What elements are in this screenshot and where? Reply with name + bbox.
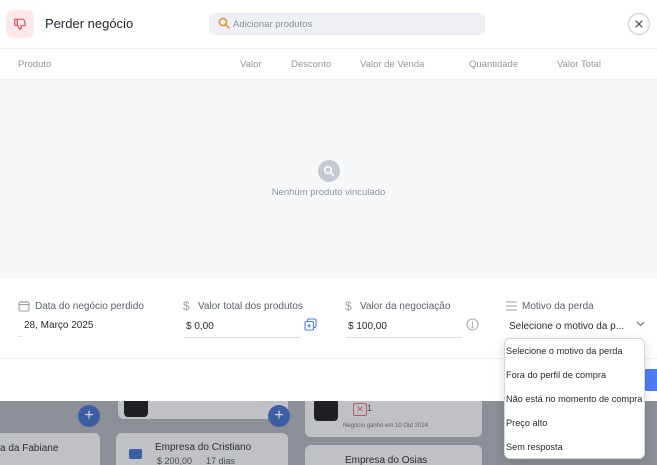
dropdown-option[interactable]: Sem resposta [506,442,563,452]
briefcase-icon [129,449,142,459]
bg-avatar [314,401,338,421]
thumbs-down-icon [6,10,34,38]
info-icon[interactable] [466,318,479,331]
chevron-down-icon[interactable] [636,321,645,327]
product-search[interactable] [209,13,485,35]
dollar-icon: $ [345,299,352,313]
bg-lost-badge: ✕ [353,403,367,416]
bg-badge-count: 1 [367,403,373,413]
negotiation-value-label: Valor da negociação [360,301,451,312]
column-header: Valor de Venda [360,59,425,70]
bg-lost-note: Negócio ganho em 10 Out 2024 [343,423,429,429]
modal-header: Perder negócio [0,0,657,49]
column-header: Valor Total [557,59,602,70]
search-icon [218,17,230,29]
lost-date-label: Data do negócio perdido [35,301,144,312]
bg-card-name: Empresa do Cristiano [155,442,252,453]
bg-card-days: 17 dias [206,456,236,465]
column-header: Desconto [291,59,332,70]
copy-value-icon[interactable] [304,318,317,331]
column-header: Valor [240,59,262,70]
dropdown-option[interactable]: Selecione o motivo da perda [506,346,622,356]
bg-add-button: + [268,405,290,427]
products-total-value[interactable]: $ 0,00 [186,321,214,332]
empty-search-icon [318,160,340,182]
loss-reason-select[interactable]: Selecione o motivo da p... [509,321,624,332]
lost-date-underline [18,336,22,337]
search-input[interactable] [233,13,478,35]
bg-card-value: $ 200,00 [157,456,193,465]
modal-title: Perder negócio [45,16,134,31]
close-button[interactable] [628,13,650,35]
loss-reason-label: Motivo da perda [522,301,594,312]
column-header: Quantidade [469,59,519,70]
products-empty-state: Nenhum produto vinculado [0,80,657,279]
dropdown-option[interactable]: Fora do perfil de compra [506,370,606,380]
column-header: Produto [18,59,52,70]
products-total-underline [184,337,300,338]
bg-add-button: + [78,405,100,427]
loss-reason-dropdown: Selecione o motivo da perda Fora do perf… [504,338,645,459]
products-total-label: Valor total dos produtos [198,301,303,312]
menu-lines-icon [506,301,517,311]
dropdown-option[interactable]: Não está no momento de compra [506,394,642,404]
bg-avatar [124,401,148,417]
calendar-icon [18,301,30,312]
dropdown-option[interactable]: Preço alto [506,418,547,428]
lost-date-value[interactable]: 28, Março 2025 [24,320,94,331]
products-table-header: Produto Valor Desconto Valor de Venda Qu… [0,49,657,80]
dollar-icon: $ [183,299,190,313]
bg-card-name: a da Fabiane [0,443,59,454]
negotiation-value[interactable]: $ 100,00 [348,321,387,332]
bg-card-name: Empresa do Osias [345,455,428,465]
negotiation-value-underline [346,337,462,338]
empty-state-text: Nenhum produto vinculado [271,187,386,198]
close-icon [635,20,643,28]
